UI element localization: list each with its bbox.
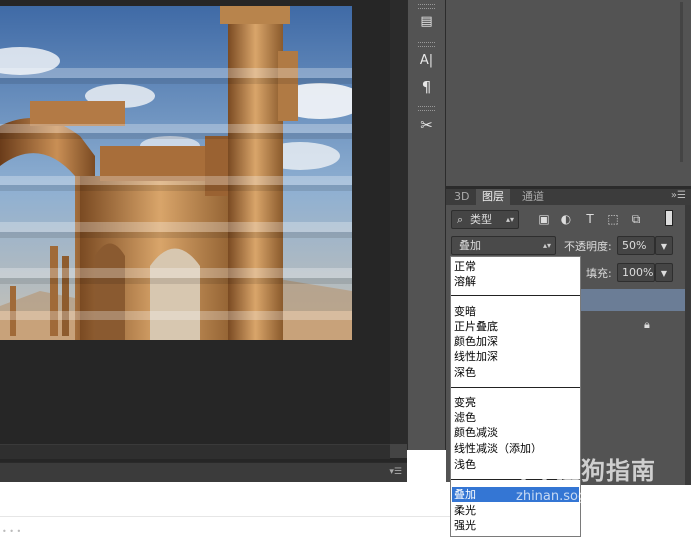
blend-option-lighten[interactable]: 变亮: [454, 395, 476, 410]
scroll-corner: [390, 444, 407, 458]
opacity-label: 不透明度:: [564, 240, 612, 253]
canvas-image: [0, 6, 352, 340]
layer-row-background[interactable]: [574, 312, 685, 334]
tool-presets-icon[interactable]: ✂: [414, 114, 439, 136]
upper-panel-scrollbar[interactable]: [680, 2, 683, 162]
blend-option-darker-color[interactable]: 深色: [454, 365, 476, 380]
opacity-dropdown[interactable]: ▼: [655, 236, 673, 255]
blend-option-screen[interactable]: 滤色: [454, 410, 476, 425]
sogou-logo-icon: [517, 452, 551, 486]
blend-option-darken[interactable]: 变暗: [454, 304, 476, 319]
adjustment-filter-icon[interactable]: ◐: [559, 212, 573, 226]
search-icon: ⌕: [457, 213, 464, 226]
blend-option-color-dodge[interactable]: 颜色减淡: [454, 425, 498, 440]
blend-option-linear-burn[interactable]: 线性加深: [454, 349, 498, 364]
chevron-down-icon: ▼: [660, 269, 668, 278]
image-filter-icon[interactable]: ▣: [537, 212, 551, 226]
fill-input[interactable]: 100%: [617, 263, 655, 282]
layer-comps-icon[interactable]: ▤: [414, 10, 439, 32]
strip-grip[interactable]: [418, 106, 435, 111]
blend-option-dissolve[interactable]: 溶解: [454, 274, 476, 289]
updown-arrow-icon: ▴▾: [542, 241, 551, 250]
smart-object-filter-icon[interactable]: ⧉: [629, 212, 643, 227]
filter-toggle-switch[interactable]: [665, 210, 673, 226]
tab-channels[interactable]: 通道: [516, 189, 550, 205]
upper-panel: [446, 0, 691, 186]
chevron-down-icon: ▼: [660, 242, 668, 251]
menu-divider: [451, 387, 580, 388]
blend-option-hard-light[interactable]: 强光: [454, 518, 476, 533]
menu-divider: [451, 295, 580, 296]
document-canvas[interactable]: [0, 6, 352, 340]
strip-grip[interactable]: [418, 42, 435, 47]
panel-edge: [685, 205, 691, 485]
shape-filter-icon[interactable]: ⬚: [606, 212, 620, 226]
workspace-status-bar: ▾☰: [0, 462, 407, 483]
lock-icon: 🔒︎: [644, 318, 650, 331]
vertical-scrollbar[interactable]: [390, 0, 407, 444]
blend-mode-select[interactable]: 叠加 ▴▾: [451, 236, 556, 255]
updown-arrow-icon: ▴▾: [505, 215, 514, 224]
fill-label: 填充:: [586, 267, 612, 280]
document-workspace: [0, 0, 407, 463]
blend-option-soft-light[interactable]: 柔光: [454, 503, 476, 518]
layers-panel-tabs: 3D 图层 通道 »☰: [446, 189, 691, 205]
collapsed-panel-strip: ▤ A| ¶ ✂: [407, 0, 446, 450]
strip-grip[interactable]: [418, 4, 435, 9]
watermark-url: zhinan.sogou.com: [516, 489, 635, 504]
page-divider: [0, 516, 450, 517]
horizontal-scrollbar[interactable]: [0, 444, 390, 459]
fill-dropdown[interactable]: ▼: [655, 263, 673, 282]
paragraph-icon[interactable]: ¶: [414, 76, 439, 98]
tab-layers[interactable]: 图层: [476, 189, 510, 205]
character-icon[interactable]: A|: [414, 49, 439, 71]
panel-menu-icon[interactable]: ▾☰: [389, 467, 402, 477]
blend-option-normal[interactable]: 正常: [454, 259, 476, 274]
type-filter-icon[interactable]: T: [583, 212, 597, 226]
tab-3d[interactable]: 3D: [448, 189, 475, 205]
watermark-text: 搜狗指南: [556, 457, 656, 485]
panel-menu-icon[interactable]: »☰: [671, 190, 686, 201]
blend-option-color-burn[interactable]: 颜色加深: [454, 334, 498, 349]
layer-filter-select[interactable]: ⌕ 类型 ▴▾: [451, 210, 519, 229]
page-background: [0, 482, 450, 535]
opacity-input[interactable]: 50%: [617, 236, 655, 255]
blend-option-lighter-color[interactable]: 浅色: [454, 457, 476, 472]
layer-row-selected[interactable]: [574, 289, 685, 311]
blend-option-multiply[interactable]: 正片叠底: [454, 319, 498, 334]
